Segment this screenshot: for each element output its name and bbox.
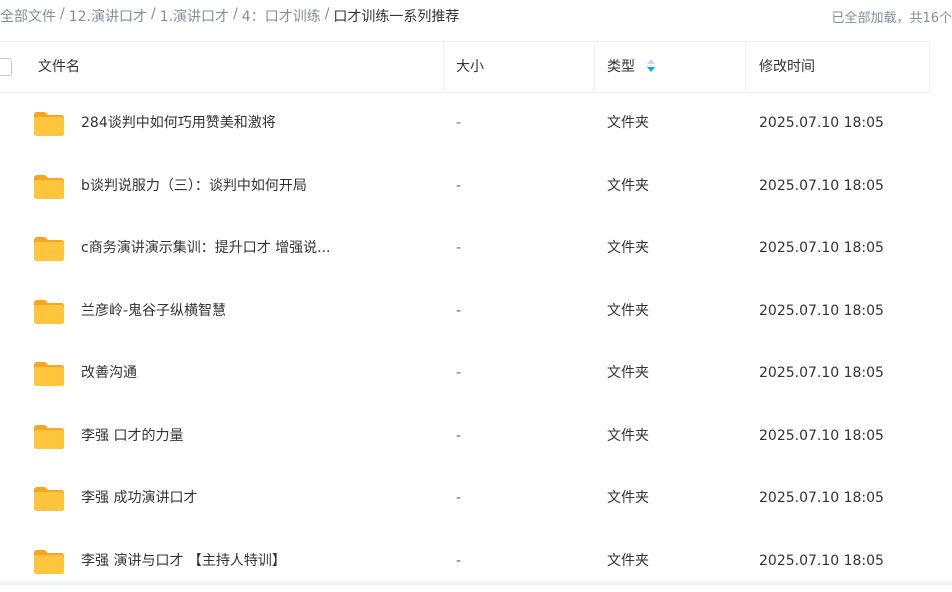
- file-name[interactable]: c商务演讲演示集训：提升口才 增强说...: [81, 217, 331, 280]
- breadcrumb-item-all-files[interactable]: 全部文件: [0, 6, 56, 26]
- breadcrumb-separator: /: [233, 6, 238, 26]
- file-size: -: [456, 342, 461, 405]
- table-row[interactable]: c商务演讲演示集训：提升口才 增强说... - 文件夹 2025.07.10 1…: [0, 217, 952, 280]
- table-row[interactable]: 李强 成功演讲口才 - 文件夹 2025.07.10 18:05: [0, 467, 952, 530]
- column-divider: [929, 42, 930, 92]
- top-bar: 全部文件 / 12.演讲口才 / 1.演讲口才 / 4：口才训练 / 口才训练一…: [0, 0, 952, 32]
- file-size: -: [456, 405, 461, 468]
- column-header-size[interactable]: 大小: [456, 42, 484, 92]
- column-header-name[interactable]: 文件名: [38, 42, 80, 92]
- folder-icon: [33, 111, 65, 137]
- select-all-checkbox[interactable]: [0, 58, 12, 76]
- table-row[interactable]: 改善沟通 - 文件夹 2025.07.10 18:05: [0, 342, 952, 405]
- file-size: -: [456, 467, 461, 530]
- column-divider: [745, 42, 746, 92]
- breadcrumb-item-speech-eloquence-1[interactable]: 1.演讲口才: [160, 6, 229, 26]
- file-type: 文件夹: [607, 155, 649, 218]
- breadcrumb-separator: /: [151, 6, 156, 26]
- scroll-fade: [0, 577, 952, 585]
- file-type: 文件夹: [607, 92, 649, 155]
- table-row[interactable]: 兰彦岭-鬼谷子纵横智慧 - 文件夹 2025.07.10 18:05: [0, 280, 952, 343]
- folder-icon: [33, 549, 65, 575]
- column-divider: [443, 42, 444, 92]
- file-modified-time: 2025.07.10 18:05: [759, 155, 884, 218]
- breadcrumb: 全部文件 / 12.演讲口才 / 1.演讲口才 / 4：口才训练 / 口才训练一…: [0, 6, 459, 26]
- file-modified-time: 2025.07.10 18:05: [759, 217, 884, 280]
- folder-icon: [33, 174, 65, 200]
- file-name[interactable]: 改善沟通: [81, 342, 137, 405]
- file-name[interactable]: b谈判说服力（三）：谈判中如何开局: [81, 155, 307, 218]
- file-name[interactable]: 李强 口才的力量: [81, 405, 183, 468]
- file-type: 文件夹: [607, 342, 649, 405]
- file-name[interactable]: 兰彦岭-鬼谷子纵横智慧: [81, 280, 226, 343]
- table-row[interactable]: b谈判说服力（三）：谈判中如何开局 - 文件夹 2025.07.10 18:05: [0, 155, 952, 218]
- breadcrumb-separator: /: [60, 6, 65, 26]
- file-modified-time: 2025.07.10 18:05: [759, 342, 884, 405]
- file-size: -: [456, 155, 461, 218]
- loaded-status: 已全部加载，共16个: [831, 7, 952, 26]
- file-modified-time: 2025.07.10 18:05: [759, 467, 884, 530]
- column-divider: [594, 42, 595, 92]
- folder-icon: [33, 361, 65, 387]
- file-list: 284谈判中如何巧用赞美和激将 - 文件夹 2025.07.10 18:05 b…: [0, 92, 952, 592]
- file-modified-time: 2025.07.10 18:05: [759, 405, 884, 468]
- table-header: 文件名 大小 类型 修改时间: [0, 41, 930, 93]
- column-header-type[interactable]: 类型: [607, 42, 655, 92]
- column-header-modified[interactable]: 修改时间: [759, 42, 815, 92]
- breadcrumb-item-eloquence-training[interactable]: 4：口才训练: [242, 6, 321, 26]
- table-row[interactable]: 李强 口才的力量 - 文件夹 2025.07.10 18:05: [0, 405, 952, 468]
- column-header-type-label: 类型: [607, 59, 635, 75]
- file-size: -: [456, 217, 461, 280]
- file-name[interactable]: 李强 成功演讲口才: [81, 467, 197, 530]
- file-size: -: [456, 92, 461, 155]
- file-name[interactable]: 284谈判中如何巧用赞美和激将: [81, 92, 276, 155]
- breadcrumb-item-speech-eloquence[interactable]: 12.演讲口才: [69, 6, 147, 26]
- file-type: 文件夹: [607, 280, 649, 343]
- file-type: 文件夹: [607, 405, 649, 468]
- file-modified-time: 2025.07.10 18:05: [759, 92, 884, 155]
- table-row[interactable]: 284谈判中如何巧用赞美和激将 - 文件夹 2025.07.10 18:05: [0, 92, 952, 155]
- folder-icon: [33, 424, 65, 450]
- sort-icon[interactable]: [647, 59, 655, 73]
- folder-icon: [33, 236, 65, 262]
- folder-icon: [33, 299, 65, 325]
- file-modified-time: 2025.07.10 18:05: [759, 280, 884, 343]
- breadcrumb-current: 口才训练一系列推荐: [333, 6, 459, 26]
- folder-icon: [33, 486, 65, 512]
- breadcrumb-separator: /: [325, 6, 330, 26]
- file-type: 文件夹: [607, 467, 649, 530]
- file-size: -: [456, 280, 461, 343]
- file-type: 文件夹: [607, 217, 649, 280]
